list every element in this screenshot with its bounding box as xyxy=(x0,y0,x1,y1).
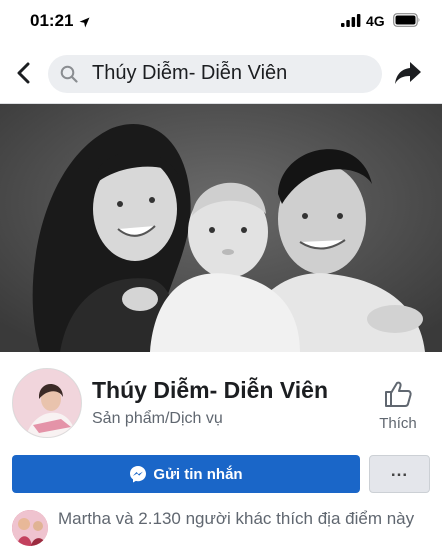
location-arrow-icon xyxy=(79,15,90,33)
nav-bar: Thúy Diễm- Diễn Viên xyxy=(0,44,442,104)
status-bar: 01:21 4G xyxy=(0,0,442,44)
search-icon xyxy=(60,65,78,88)
search-query[interactable]: Thúy Diễm- Diễn Viên xyxy=(92,62,287,85)
clock: 01:21 xyxy=(30,11,74,30)
friend-avatar xyxy=(12,510,48,546)
page-title: Thúy Diễm- Diễn Viên xyxy=(92,377,329,403)
messenger-icon xyxy=(129,465,147,483)
battery-icon xyxy=(393,13,421,32)
like-icon xyxy=(384,380,412,413)
signal-icon xyxy=(341,14,361,32)
search-field[interactable]: Thúy Diễm- Diễn Viên xyxy=(48,55,382,93)
more-options-label: ... xyxy=(390,461,409,480)
network-type: 4G xyxy=(366,13,385,29)
likes-summary[interactable]: Martha và 2.130 người khác thích địa điể… xyxy=(58,508,428,530)
send-message-button[interactable]: Gửi tin nhắn xyxy=(12,455,360,493)
like-button[interactable]: Thích xyxy=(370,380,426,436)
page-category: Sản phẩm/Dịch vụ xyxy=(92,410,223,427)
page-avatar[interactable] xyxy=(12,368,82,438)
share-icon[interactable] xyxy=(394,61,422,90)
send-message-label: Gửi tin nhắn xyxy=(153,465,243,483)
like-label: Thích xyxy=(379,415,417,432)
cover-photo[interactable] xyxy=(0,104,442,352)
more-options-button[interactable]: ... xyxy=(369,455,430,493)
back-icon[interactable] xyxy=(16,62,32,89)
